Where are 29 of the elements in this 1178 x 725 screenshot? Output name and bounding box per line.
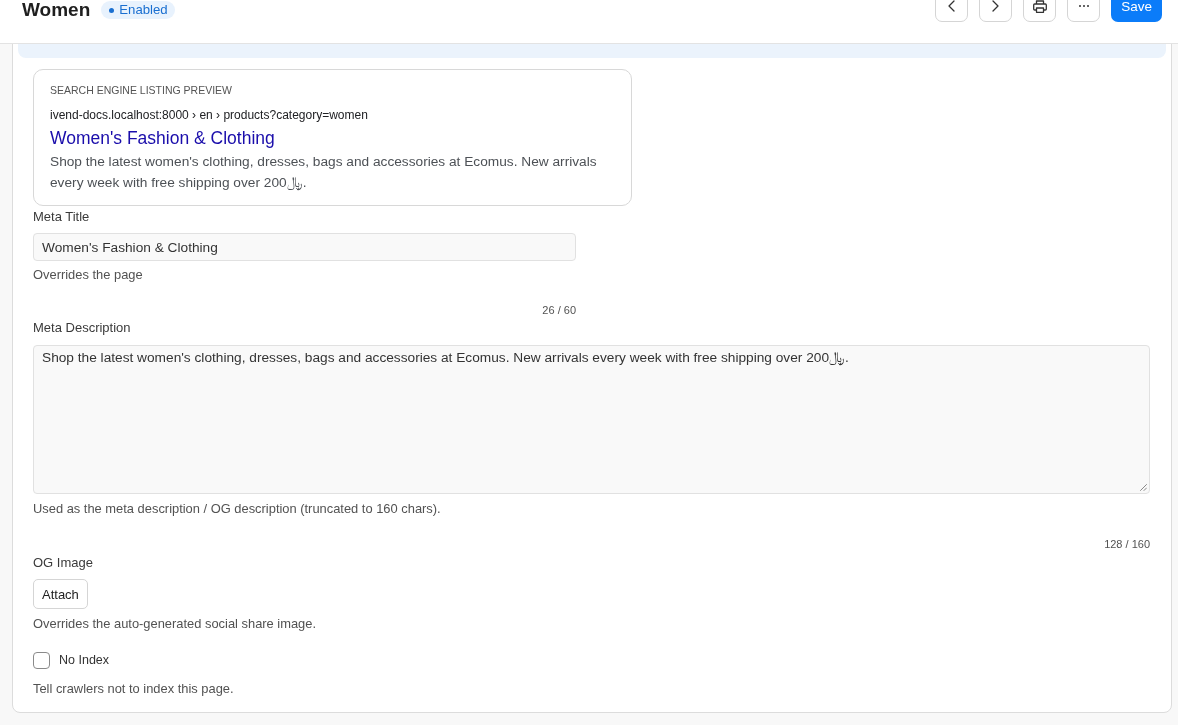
previous-button[interactable] [935,0,969,22]
help-text: Overrides the page [33,267,143,283]
field-label: Meta Title [33,209,90,225]
help-text: Tell crawlers not to index this page. [33,681,234,697]
preview-title: Women's Fashion & Clothing [50,127,276,150]
checkbox-label: No Index [59,652,110,668]
character-counter: 128 / 160 [1103,537,1150,551]
chevron-left-icon [948,0,956,12]
save-button[interactable]: Save [1111,0,1162,22]
textarea-field[interactable]: Shop the latest women's clothing, dresses, bags and accessories at Ecomus. New arrivals every week with free shipping over 200﷼. [33,345,1150,494]
status-text: Enabled [119,2,168,18]
field-label: Meta Description [33,320,131,336]
next-button[interactable] [979,0,1013,22]
status-dot-icon [109,7,115,13]
resize-handle-icon[interactable] [1139,483,1147,491]
field-label: OG Image [33,555,93,571]
attach-button[interactable]: Attach [33,579,88,609]
help-text: Overrides the auto-generated social share image. [33,616,317,632]
preview-heading: SEARCH ENGINE LISTING PREVIEW [50,83,234,98]
text-input-field[interactable]: Women's Fashion & Clothing [33,233,576,261]
help-text: Used as the meta description / OG description (truncated to 160 chars). [33,501,441,517]
preview-description: Shop the latest women's clothing, dresses, bags and accessories at Ecomus. New arrivals every week with free shipping over 200﷼. [50,153,598,193]
page-title: Women [22,0,91,22]
printer-icon [1032,0,1047,13]
preview-url: ivend-docs.localhost:8000 › en › products?category=women [50,107,369,123]
character-counter: 26 / 60 [541,303,576,317]
chevron-right-icon [992,0,1000,12]
print-button[interactable] [1023,0,1057,22]
checkbox[interactable] [33,651,50,669]
